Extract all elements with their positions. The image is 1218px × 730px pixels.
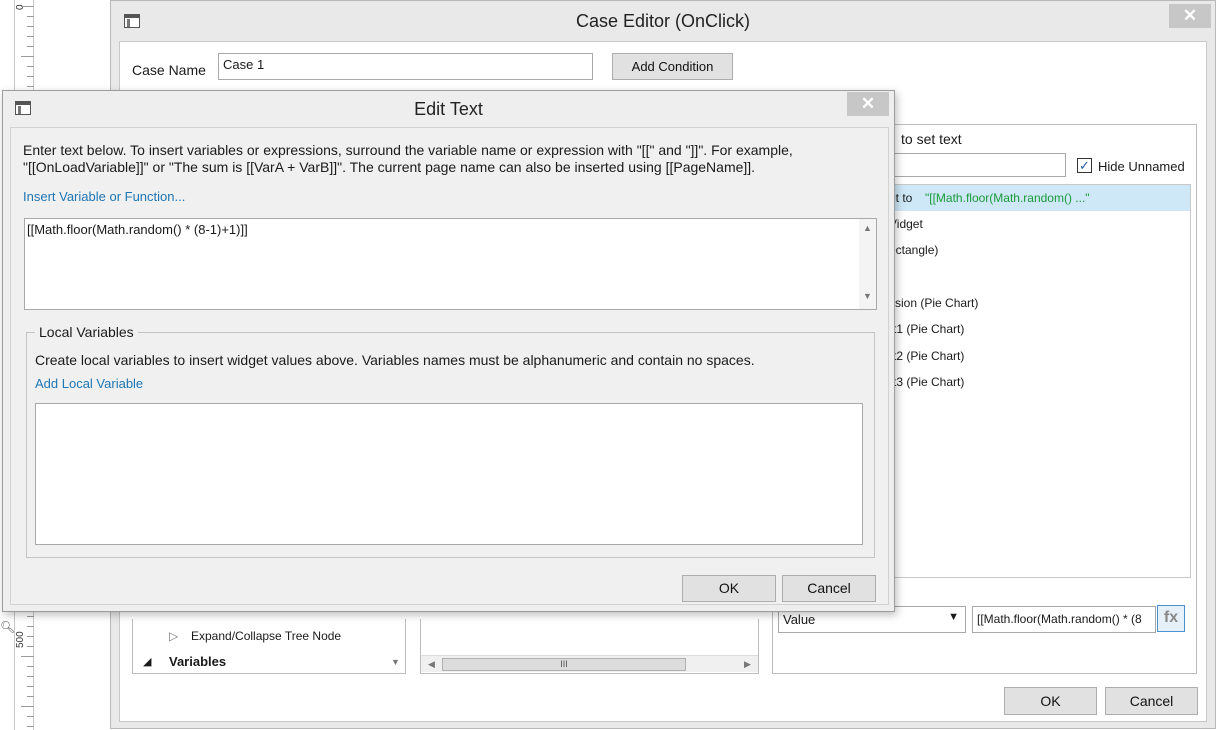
scroll-left-icon[interactable]: ◀ bbox=[428, 659, 435, 670]
case-name-label: Case Name bbox=[132, 62, 206, 78]
ruler-tick bbox=[27, 726, 34, 727]
expression-text: [[Math.floor(Math.random() * (8-1)+1)]] bbox=[27, 222, 248, 237]
chevron-down-icon: ▼ bbox=[948, 611, 959, 623]
ruler-tick bbox=[21, 706, 34, 707]
local-variables-title: Local Variables bbox=[35, 324, 138, 340]
ruler-tick bbox=[27, 716, 34, 717]
vertical-scrollbar[interactable]: ▲ ▼ bbox=[859, 219, 876, 309]
add-local-variable-link[interactable]: Add Local Variable bbox=[35, 376, 143, 391]
expand-arrow-icon[interactable]: ▷ bbox=[169, 629, 178, 643]
ruler-tick bbox=[27, 26, 34, 27]
ruler-tick bbox=[27, 46, 34, 47]
widget-row-label: rt3 (Pie Chart) bbox=[889, 375, 965, 389]
widget-row-label: ssion (Pie Chart) bbox=[889, 296, 979, 310]
widget-row-value: "[[Math.floor(Math.random() ..." bbox=[925, 191, 1090, 205]
widget-row-label: rt2 (Pie Chart) bbox=[889, 349, 965, 363]
scroll-down-icon[interactable]: ▼ bbox=[391, 657, 400, 667]
scroll-down-icon[interactable]: ▼ bbox=[863, 291, 872, 301]
edit-cancel-button[interactable]: Cancel bbox=[782, 575, 876, 602]
local-variables-description: Create local variables to insert widget … bbox=[35, 352, 755, 368]
ruler-tick bbox=[27, 66, 34, 67]
fx-button[interactable]: fx bbox=[1157, 605, 1185, 632]
case-cancel-button[interactable]: Cancel bbox=[1105, 687, 1198, 715]
hide-unnamed-label: Hide Unnamed bbox=[1098, 159, 1185, 174]
edit-text-body: Enter text below. To insert variables or… bbox=[10, 127, 889, 605]
scrollbar-thumb[interactable]: III bbox=[442, 658, 686, 671]
search-icon: 🔍︎ bbox=[0, 620, 16, 634]
ruler-tick bbox=[27, 76, 34, 77]
local-variables-group: Local Variables Create local variables t… bbox=[26, 324, 875, 558]
ruler-tick bbox=[21, 6, 34, 7]
ruler-tick bbox=[27, 646, 34, 647]
instruction-line-1: Enter text below. To insert variables or… bbox=[23, 142, 793, 158]
value-text-input[interactable]: [[Math.floor(Math.random() * (8 bbox=[972, 606, 1156, 633]
horizontal-scrollbar[interactable]: ◀ III ▶ bbox=[421, 655, 758, 672]
organize-actions-panel: ◀ III ▶ bbox=[420, 619, 759, 674]
case-name-input[interactable]: Case 1 bbox=[218, 53, 593, 80]
widget-row-label: ectangle) bbox=[889, 243, 939, 257]
value-type-label: Value bbox=[783, 612, 816, 627]
case-ok-button[interactable]: OK bbox=[1004, 687, 1097, 715]
ruler-tick bbox=[27, 36, 34, 37]
ruler-tick bbox=[27, 666, 34, 667]
scroll-up-icon[interactable]: ▲ bbox=[863, 223, 872, 233]
ruler-tick bbox=[27, 86, 34, 87]
tree-item-variables[interactable]: Variables bbox=[169, 654, 226, 669]
edit-text-title: Edit Text bbox=[414, 99, 483, 119]
widget-row-label: rt1 (Pie Chart) bbox=[889, 322, 965, 336]
ruler-tick bbox=[27, 696, 34, 697]
edit-text-dialog: Edit Text ✕ Enter text below. To insert … bbox=[2, 90, 895, 612]
collapse-arrow-icon[interactable]: ◢ bbox=[143, 655, 151, 668]
ruler-tick bbox=[27, 16, 34, 17]
ruler-label-500: 500 bbox=[15, 631, 26, 648]
ruler-tick bbox=[27, 626, 34, 627]
ruler-tick bbox=[27, 636, 34, 637]
ruler-tick bbox=[27, 616, 34, 617]
ruler-tick bbox=[27, 676, 34, 677]
close-button[interactable]: ✕ bbox=[847, 92, 889, 116]
local-variables-list[interactable] bbox=[35, 403, 863, 545]
close-button[interactable]: ✕ bbox=[1169, 4, 1211, 28]
ruler-tick bbox=[27, 686, 34, 687]
insert-variable-link[interactable]: Insert Variable or Function... bbox=[23, 189, 185, 204]
expression-textarea[interactable]: [[Math.floor(Math.random() * (8-1)+1)]] … bbox=[24, 218, 877, 310]
add-condition-button[interactable]: Add Condition bbox=[612, 53, 733, 80]
case-editor-title: Case Editor (OnClick) bbox=[575, 11, 751, 31]
ruler-tick bbox=[21, 56, 34, 57]
ruler-tick bbox=[21, 656, 34, 657]
actions-tree: ▷ Expand/Collapse Tree Node ◢ Variables … bbox=[132, 619, 406, 674]
configure-heading: to set text bbox=[901, 131, 962, 147]
hide-unnamed-checkbox[interactable]: ✓ bbox=[1077, 158, 1092, 173]
edit-ok-button[interactable]: OK bbox=[682, 575, 776, 602]
scroll-right-icon[interactable]: ▶ bbox=[744, 659, 751, 670]
tree-item-expand-collapse[interactable]: Expand/Collapse Tree Node bbox=[191, 629, 341, 643]
instruction-line-2: "[[OnLoadVariable]]" or "The sum is [[Va… bbox=[23, 159, 756, 175]
